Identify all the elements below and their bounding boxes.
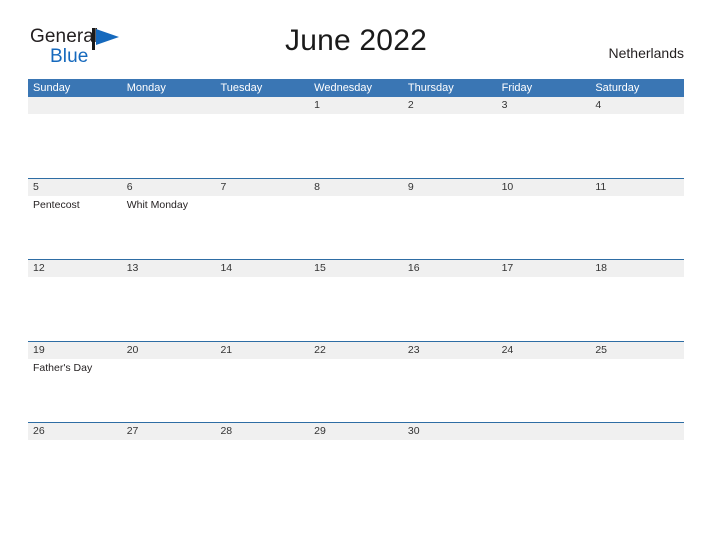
day-number[interactable]: 26: [28, 423, 122, 440]
event-band: Father's Day: [28, 358, 684, 422]
day-number-empty: [590, 423, 684, 440]
day-cell-empty: [122, 277, 216, 340]
day-number-empty: [28, 97, 122, 114]
event-band: Pentecost Whit Monday: [28, 195, 684, 259]
day-number[interactable]: 12: [28, 260, 122, 277]
day-number[interactable]: 14: [215, 260, 309, 277]
date-number-band: 26 27 28 29 30: [28, 423, 684, 440]
day-number[interactable]: 22: [309, 342, 403, 359]
event-band: [28, 277, 684, 340]
calendar-page: General Blue June 2022 Netherlands Sunda…: [0, 0, 712, 550]
day-number[interactable]: 25: [590, 342, 684, 359]
day-cell-empty: [497, 359, 591, 422]
country-label: Netherlands: [608, 45, 685, 61]
day-number[interactable]: 1: [309, 97, 403, 114]
day-cell-empty: [403, 277, 497, 340]
day-cell-empty: [215, 114, 309, 177]
day-cell-empty: [215, 359, 309, 422]
day-cell-empty: [590, 114, 684, 177]
day-number[interactable]: 10: [497, 179, 591, 196]
date-number-band: 5 6 7 8 9 10 11: [28, 178, 684, 196]
week-row: 19 20 21 22 23 24 25 Father's Day: [28, 340, 684, 423]
event-band: [28, 114, 684, 177]
weekday-header-sunday: Sunday: [33, 82, 71, 94]
day-number-empty: [122, 97, 216, 114]
day-cell-empty: [28, 440, 122, 503]
day-number-empty: [215, 97, 309, 114]
date-number-band: 19 20 21 22 23 24 25: [28, 341, 684, 359]
page-title: June 2022: [285, 24, 427, 57]
week-row: 5 6 7 8 9 10 11 Pentecost Whit Monday: [28, 177, 684, 260]
day-number-empty: [497, 423, 591, 440]
date-number-band: 1234: [28, 97, 684, 114]
day-number[interactable]: 17: [497, 260, 591, 277]
day-number[interactable]: 24: [497, 342, 591, 359]
day-cell-empty: [497, 440, 591, 503]
page-header: General Blue June 2022 Netherlands: [28, 24, 684, 72]
day-number[interactable]: 4: [590, 97, 684, 114]
day-cell-empty: [215, 277, 309, 340]
weekday-header-monday: Monday: [126, 82, 166, 94]
weekday-header-friday: Friday: [501, 82, 533, 94]
day-number[interactable]: 15: [309, 260, 403, 277]
day-number[interactable]: 9: [403, 179, 497, 196]
week-row: 26 27 28 29 30: [28, 422, 684, 504]
day-event-label[interactable]: Whit Monday: [122, 196, 216, 259]
calendar-grid: Sunday Monday Tuesday Wednesday Thursday Frid…: [28, 79, 684, 504]
week-row: 12 13 14 15 16 17 18: [28, 259, 684, 341]
day-number[interactable]: 30: [403, 423, 497, 440]
weekday-header-row: Sunday Monday Tuesday Wednesday Thursday Frid…: [28, 79, 684, 97]
day-number[interactable]: 16: [403, 260, 497, 277]
day-cell-empty: [497, 196, 591, 259]
day-number[interactable]: 13: [122, 260, 216, 277]
day-cell-empty: [309, 440, 403, 503]
day-cell-empty: [28, 277, 122, 340]
weekday-header-tuesday: Tuesday: [220, 82, 263, 94]
day-cell-empty: [590, 196, 684, 259]
day-cell-empty: [497, 277, 591, 340]
day-cell-empty: [403, 114, 497, 177]
event-band: [28, 440, 684, 503]
day-cell-empty: [122, 114, 216, 177]
day-cell-empty: [309, 114, 403, 177]
day-event-label[interactable]: Pentecost: [28, 196, 122, 259]
day-cell-empty: [215, 196, 309, 259]
day-number[interactable]: 3: [497, 97, 591, 114]
day-cell-empty: [403, 359, 497, 422]
day-cell-empty: [122, 359, 216, 422]
day-cell-empty: [403, 196, 497, 259]
day-number[interactable]: 5: [28, 179, 122, 196]
day-number[interactable]: 8: [309, 179, 403, 196]
day-cell-empty: [497, 114, 591, 177]
day-cell-empty: [309, 277, 403, 340]
day-number[interactable]: 21: [215, 342, 309, 359]
day-number[interactable]: 6: [122, 179, 216, 196]
date-number-band: 12 13 14 15 16 17 18: [28, 260, 684, 277]
day-number[interactable]: 28: [215, 423, 309, 440]
day-number[interactable]: 7: [215, 179, 309, 196]
day-number[interactable]: 20: [122, 342, 216, 359]
day-cell-empty: [590, 440, 684, 503]
day-cell-empty: [122, 440, 216, 503]
day-number[interactable]: 29: [309, 423, 403, 440]
day-event-label[interactable]: Father's Day: [28, 359, 122, 422]
day-cell-empty: [215, 440, 309, 503]
week-row: 1234: [28, 97, 684, 178]
day-number[interactable]: 18: [590, 260, 684, 277]
day-cell-empty: [590, 359, 684, 422]
day-number[interactable]: 11: [590, 179, 684, 196]
day-cell-empty: [309, 196, 403, 259]
day-cell-empty: [590, 277, 684, 340]
day-number[interactable]: 19: [28, 342, 122, 359]
weekday-header-thursday: Thursday: [407, 82, 454, 94]
day-number[interactable]: 23: [403, 342, 497, 359]
weekday-header-wednesday: Wednesday: [314, 82, 373, 94]
day-number[interactable]: 2: [403, 97, 497, 114]
day-cell-empty: [28, 114, 122, 177]
day-number[interactable]: 27: [122, 423, 216, 440]
day-cell-empty: [309, 359, 403, 422]
day-cell-empty: [403, 440, 497, 503]
calendar-body: 1 2 3 4 5 6 7 8 9 10 11 Pentecost Whit Monday 12 13 14 1…: [28, 97, 684, 504]
weekday-header-saturday: Saturday: [595, 82, 640, 94]
